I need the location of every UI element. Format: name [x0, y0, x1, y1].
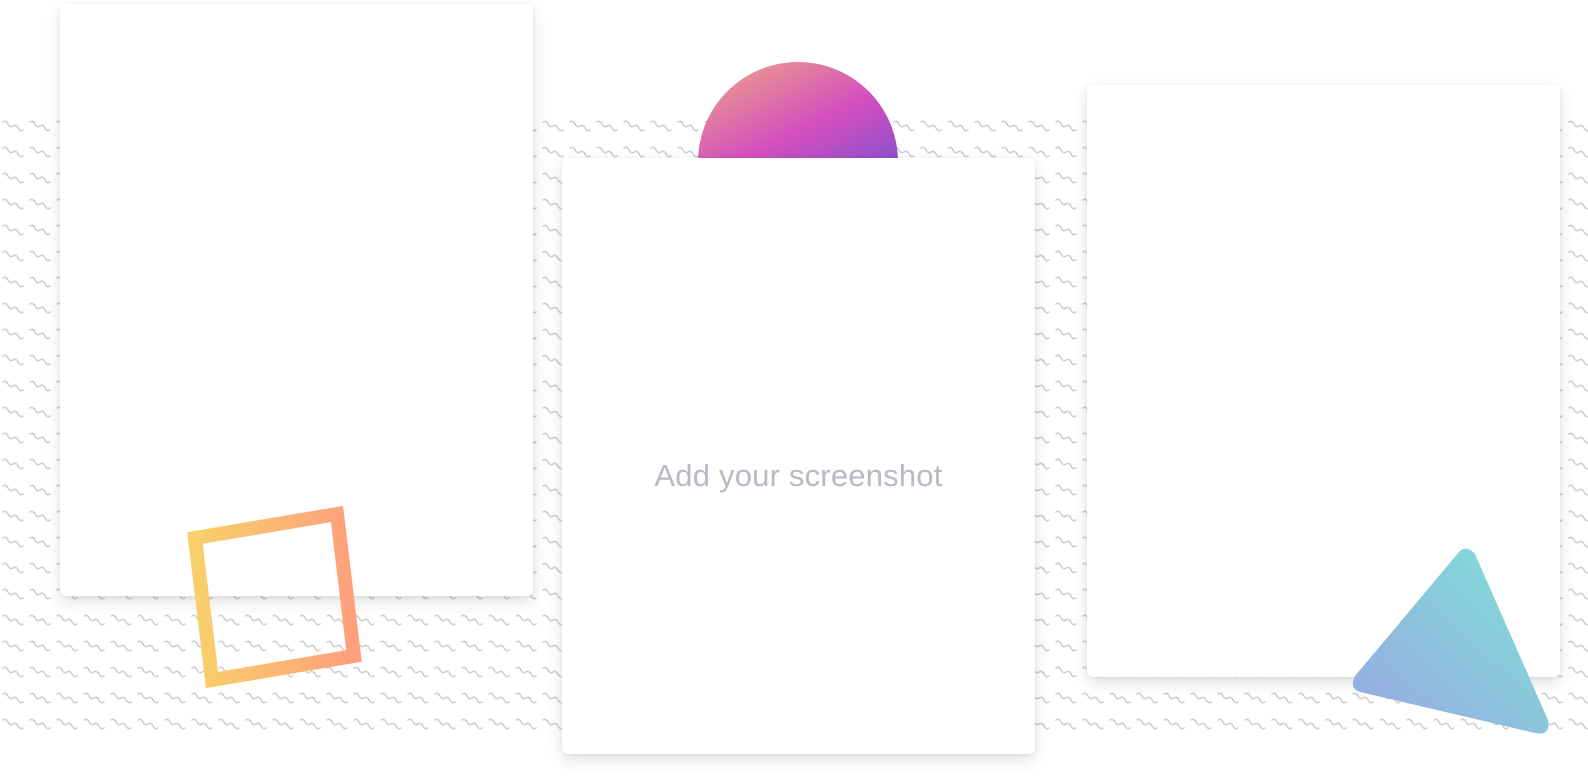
triangle-decoration: [1352, 548, 1549, 734]
square-outline-decoration: [187, 505, 362, 689]
mockup-canvas: Add your screenshot: [0, 0, 1588, 784]
add-screenshot-placeholder[interactable]: Add your screenshot: [562, 458, 1035, 494]
screenshot-frame-center[interactable]: Add your screenshot: [562, 158, 1035, 754]
semicircle-decoration: [698, 62, 898, 162]
